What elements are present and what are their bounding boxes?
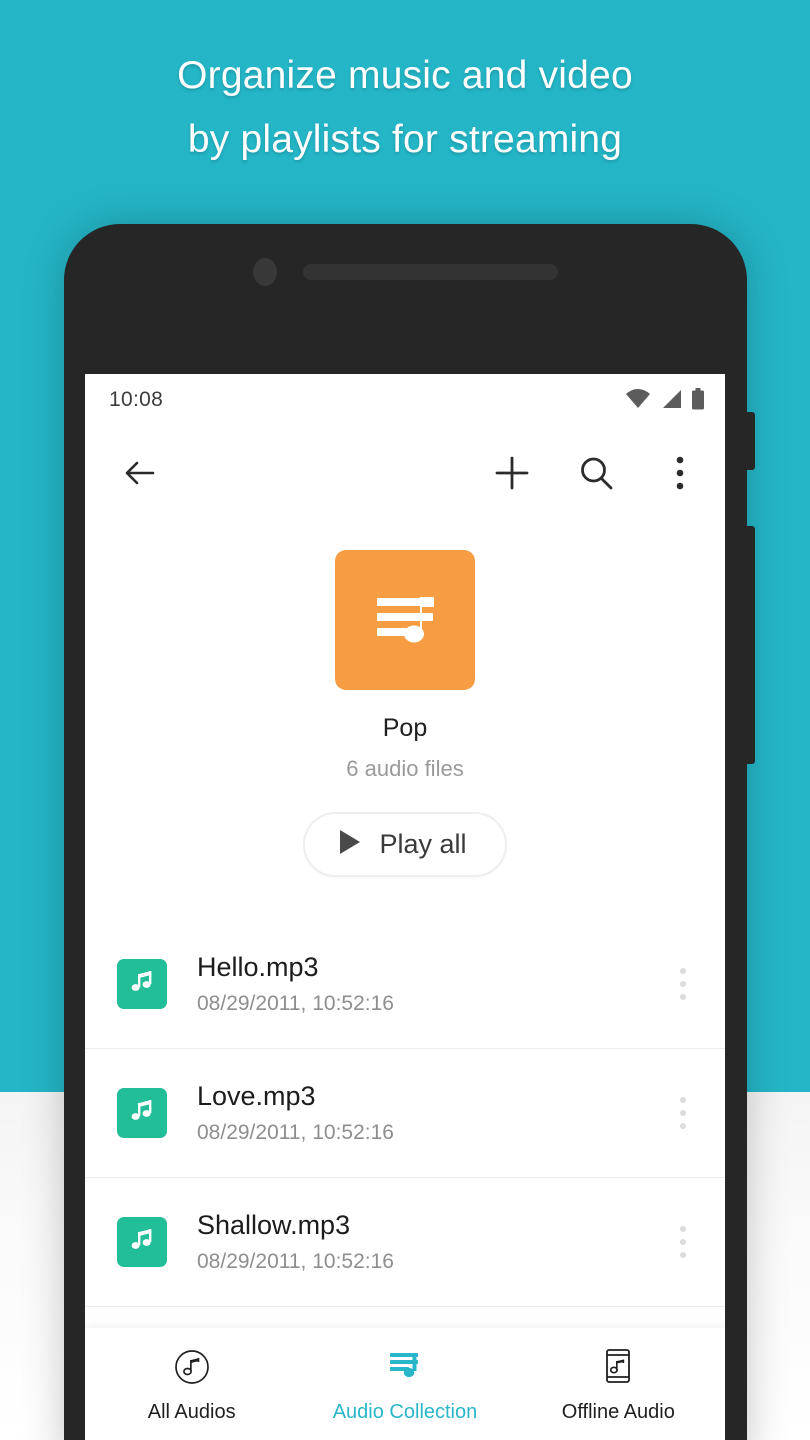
table-row[interactable]: Love.mp3 08/29/2011, 10:52:16 [85,1048,725,1177]
more-vertical-icon [680,981,686,987]
playlist-header: Pop 6 audio files Play all [85,536,725,877]
nav-label-offline-audio: Offline Audio [561,1401,675,1423]
front-camera-icon [253,258,277,286]
play-all-button[interactable]: Play all [303,812,507,877]
music-note-icon [127,1096,157,1131]
play-icon [337,828,363,861]
track-name: Love.mp3 [197,1080,316,1111]
promo-headline-line-1: Organize music and video [177,54,633,97]
track-name: Shallow.mp3 [197,1209,351,1240]
earpiece-speaker [303,264,558,280]
more-vertical-icon [680,1097,686,1103]
table-row[interactable]: Hello.mp3 08/29/2011, 10:52:16 [85,920,725,1048]
track-icon [117,959,167,1009]
play-all-label: Play all [379,829,467,859]
music-note-icon [127,1225,157,1260]
back-button[interactable] [113,448,167,502]
more-vertical-icon [680,1123,686,1129]
playlist-title: Pop [382,714,428,742]
overflow-menu-button[interactable] [653,448,707,502]
track-name: Hello.mp3 [197,951,319,982]
more-vertical-icon [680,1252,686,1258]
track-text: Shallow.mp3 08/29/2011, 10:52:16 [197,1210,655,1274]
app-toolbar [85,426,725,536]
bottom-navigation: All Audios Audio Collection Offline Audi… [85,1328,725,1440]
playlist-music-icon [363,576,447,665]
search-button[interactable] [569,448,623,502]
track-date: 08/29/2011, 10:52:16 [197,992,394,1016]
volume-button[interactable] [741,412,755,470]
promo-headline-line-2: by playlists for streaming [187,118,623,161]
track-text: Hello.mp3 08/29/2011, 10:52:16 [197,952,655,1016]
back-arrow-icon [120,453,160,498]
more-vertical-icon [680,968,686,974]
battery-icon [691,388,705,415]
search-icon [576,453,616,498]
more-vertical-icon [680,994,686,1000]
wifi-icon [625,389,651,414]
track-text: Love.mp3 08/29/2011, 10:52:16 [197,1081,655,1145]
nav-label-all-audios: All Audios [147,1401,236,1423]
more-vertical-icon [674,453,686,498]
nav-item-audio-collection[interactable]: Audio Collection [298,1328,511,1440]
add-button[interactable] [485,448,539,502]
device-note-icon [595,1344,641,1390]
more-vertical-icon [680,1110,686,1116]
toolbar-actions [485,448,707,502]
status-bar: 10:08 [85,374,725,426]
play-all-wrapper: Play all [85,812,725,877]
status-icons [625,388,705,415]
nav-item-offline-audio[interactable]: Offline Audio [512,1328,725,1440]
track-overflow-button[interactable] [655,968,711,1000]
track-overflow-button[interactable] [655,1226,711,1258]
track-overflow-button[interactable] [655,1097,711,1129]
track-date: 08/29/2011, 10:52:16 [197,1250,394,1274]
more-vertical-icon [680,1226,686,1232]
playlist-music-icon [382,1344,428,1390]
status-time: 10:08 [109,388,164,411]
music-note-icon [127,967,157,1002]
power-button[interactable] [741,526,755,764]
playlist-artwork [335,550,475,690]
plus-icon [492,453,532,498]
signal-icon [660,389,682,414]
phone-mockup: 10:08 Pop 6 audio files Play all Hello.m… [64,224,755,1440]
more-vertical-icon [680,1239,686,1245]
track-icon [117,1217,167,1267]
nav-label-audio-collection: Audio Collection [332,1401,478,1423]
promo-headline: Organize music and video by playlists fo… [0,44,810,172]
phone-screen: 10:08 Pop 6 audio files Play all Hello.m… [85,374,725,1440]
nav-item-all-audios[interactable]: All Audios [85,1328,298,1440]
track-icon [117,1088,167,1138]
playlist-subtitle: 6 audio files [346,756,464,781]
track-date: 08/29/2011, 10:52:16 [197,1121,394,1145]
promo-screenshot: Organize music and video by playlists fo… [0,0,810,1440]
circle-note-icon [169,1344,215,1390]
table-row[interactable]: Shallow.mp3 08/29/2011, 10:52:16 [85,1177,725,1306]
